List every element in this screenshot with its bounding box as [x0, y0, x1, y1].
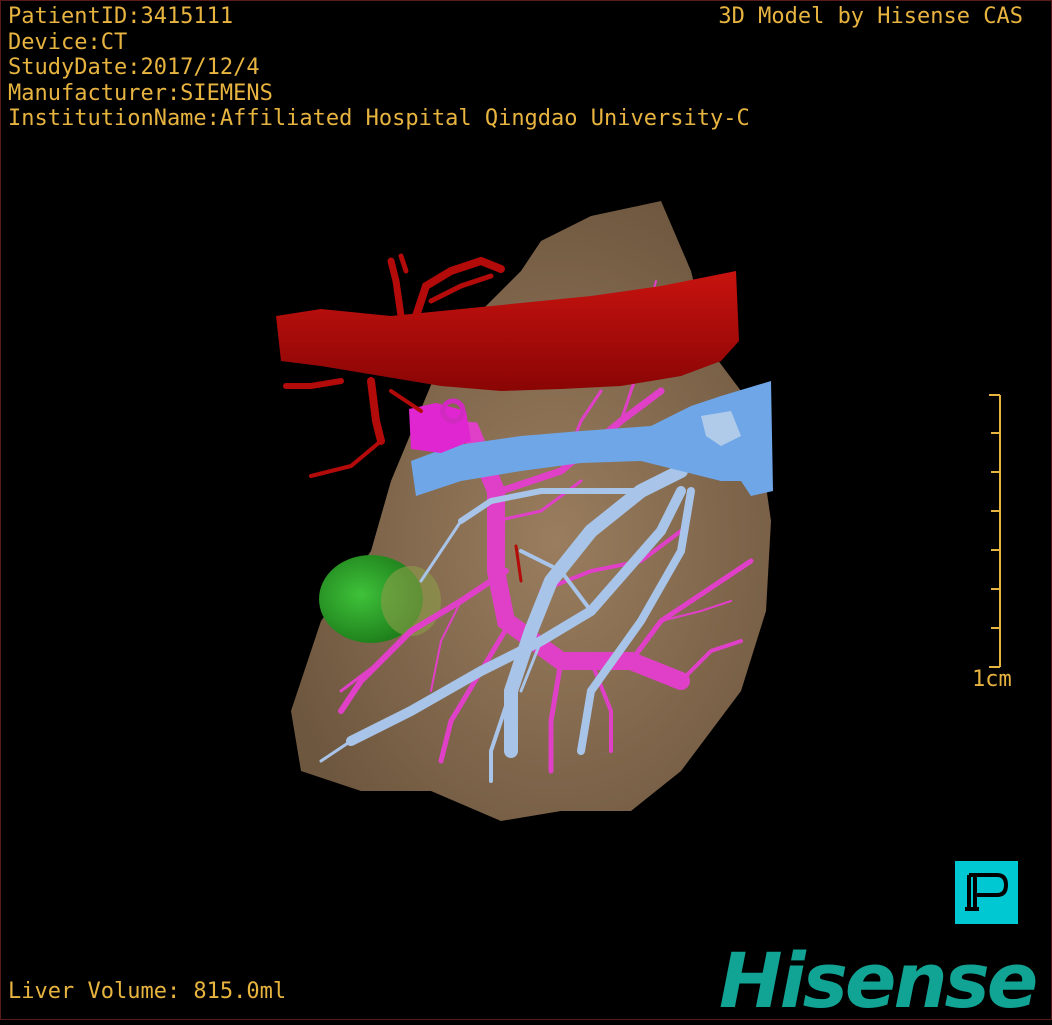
- patient-info-panel: PatientID:3415111 Device:CT StudyDate:20…: [8, 4, 750, 132]
- device-text: Device:CT: [8, 29, 128, 55]
- manufacturer-text: Manufacturer:SIEMENS: [8, 80, 273, 106]
- study-date-text: StudyDate:2017/12/4: [8, 55, 260, 80]
- model-credit-text: 3D Model by Hisense CAS: [718, 4, 1023, 29]
- patient-id-text: PatientID:3415111: [8, 4, 234, 29]
- hisense-logo: Hisense: [719, 936, 1038, 1025]
- posterior-orientation-cube-icon[interactable]: [955, 861, 1018, 924]
- scale-bar: [989, 394, 1001, 668]
- 3d-viewport[interactable]: PatientID:3415111 Device:CT StudyDate:20…: [0, 0, 1052, 1025]
- orientation-letter: [965, 873, 1009, 911]
- scale-bar-label: 1cm: [972, 667, 1012, 692]
- institution-text: InstitutionName:Affiliated Hospital Qing…: [8, 106, 750, 131]
- liver-volume-text: Liver Volume: 815.0ml: [8, 979, 287, 1004]
- liver-3d-model[interactable]: [261, 191, 821, 841]
